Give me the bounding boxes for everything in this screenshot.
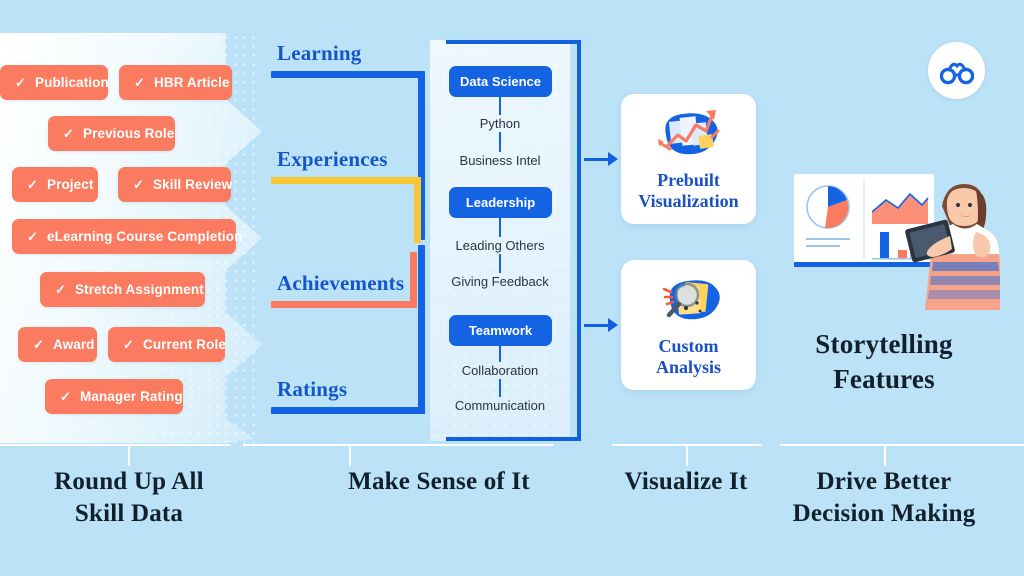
category-label: Ratings [277, 377, 348, 401]
footer-axis-line [780, 444, 1024, 446]
footer-axis-line [0, 444, 230, 446]
skill-data-pill[interactable]: ✓ Publication [0, 65, 109, 100]
skill-data-pill-label: Award [53, 337, 95, 352]
sub-skill-label: Communication [454, 398, 546, 413]
connector-horizontal [271, 71, 425, 78]
skill-data-pill[interactable]: ✓ HBR Article [119, 65, 232, 100]
binoculars-logo[interactable] [928, 42, 985, 99]
skill-data-pill-label: Previous Role [83, 126, 175, 141]
skill-stem-line [499, 97, 501, 115]
skill-category-box[interactable]: Data Science [449, 66, 552, 97]
connector-vertical [410, 252, 417, 308]
check-icon: ✓ [15, 75, 26, 90]
footer-axis-line [243, 444, 553, 446]
sub-skill-label: Python [479, 116, 521, 131]
skill-stem-line [499, 254, 501, 273]
sub-skill-label: Business Intel [459, 153, 541, 168]
skill-data-pill[interactable]: ✓ Project [12, 167, 98, 202]
check-icon: ✓ [55, 282, 66, 297]
connector-horizontal [271, 177, 421, 184]
sub-skill-label: Giving Feedback [451, 274, 549, 289]
output-card[interactable]: Custom Analysis [621, 260, 756, 390]
footer-axis-tick [128, 444, 130, 466]
skill-data-pill-label: eLearning Course Completion [47, 229, 243, 244]
skill-data-pill[interactable]: ✓ Previous Role [48, 116, 175, 151]
presenter-with-dashboard-illustration [790, 150, 1005, 310]
footer-step-title-line1: Round Up All [54, 468, 204, 495]
chart-growth-icon [656, 105, 722, 166]
check-icon: ✓ [134, 75, 145, 90]
skill-data-pill[interactable]: ✓ Manager Rating [45, 379, 183, 414]
connector-horizontal [271, 301, 417, 308]
check-icon: ✓ [27, 177, 38, 192]
skill-data-pill-label: Publication [35, 75, 109, 90]
output-card-label-line1: Prebuilt [657, 170, 720, 190]
check-icon: ✓ [123, 337, 134, 352]
skill-data-pill-label: Stretch Assignment [75, 282, 204, 297]
output-card[interactable]: Prebuilt Visualization [621, 94, 756, 224]
footer-step-title: Round Up All Skill Data [0, 466, 279, 530]
skill-category-box[interactable]: Leadership [449, 187, 552, 218]
check-icon: ✓ [27, 229, 38, 244]
skill-data-pill[interactable]: ✓ Stretch Assignment [40, 272, 205, 307]
skill-data-pill-label: Current Role [143, 337, 226, 352]
footer-step-title-line1: Drive Better [816, 468, 952, 495]
arrow-line-to-prebuilt [584, 158, 610, 161]
output-card-label-line2: Visualization [638, 191, 739, 212]
skill-stem-line [499, 346, 501, 362]
skill-data-pill-label: HBR Article [154, 75, 230, 90]
footer-axis-tick [884, 444, 886, 466]
connector-horizontal [271, 407, 425, 414]
magnifier-document-icon [656, 271, 722, 332]
category-label: Achievements [277, 271, 405, 295]
output-card-label: Prebuilt Visualization [638, 170, 738, 212]
check-icon: ✓ [33, 337, 44, 352]
footer-step-title-line2: Skill Data [74, 500, 184, 527]
category-label: Experiences [277, 147, 388, 171]
storytelling-line1: Storytelling [815, 329, 953, 359]
arrow-head-to-prebuilt [608, 152, 618, 166]
connector-vertical [414, 177, 421, 243]
skill-data-pill[interactable]: ✓ Award [18, 327, 97, 362]
skill-stem-line [499, 218, 501, 237]
output-card-label: Custom Analysis [656, 336, 721, 378]
infographic-canvas: ✓ Publication ✓ HBR Article ✓ Previous Role ✓ P… [0, 0, 1024, 576]
footer-step-title: Drive Better Decision Making [734, 466, 1024, 530]
check-icon: ✓ [63, 126, 74, 141]
storytelling-line2: Features [833, 363, 935, 394]
skill-stem-line [499, 132, 501, 152]
check-icon: ✓ [60, 389, 71, 404]
arrow-line-to-custom [584, 324, 610, 327]
skill-data-pill[interactable]: ✓ eLearning Course Completion [12, 219, 242, 254]
connector-vertical [418, 245, 425, 414]
sub-skill-label: Leading Others [455, 238, 545, 253]
storytelling-heading: Storytelling Features [784, 327, 984, 396]
skill-category-box[interactable]: Teamwork [449, 315, 552, 346]
output-card-label-line1: Custom [658, 336, 719, 356]
binoculars-icon [939, 62, 974, 84]
footer-axis-tick [686, 444, 688, 466]
check-icon: ✓ [133, 177, 144, 192]
skill-data-pill-label: Skill Review [153, 177, 233, 192]
skill-data-pill[interactable]: ✓ Skill Review [118, 167, 233, 202]
output-card-label-line2: Analysis [655, 357, 722, 378]
footer-axis-tick [349, 444, 351, 466]
skill-stem-line [499, 379, 501, 397]
sub-skill-label: Collaboration [461, 363, 539, 378]
skill-data-pill-label: Manager Rating [80, 389, 183, 404]
footer-step-title-line2: Decision Making [792, 500, 976, 527]
skill-data-pill-label: Project [47, 177, 94, 192]
arrow-head-to-custom [608, 318, 618, 332]
skill-data-pill[interactable]: ✓ Current Role [108, 327, 226, 362]
category-label: Learning [277, 41, 362, 65]
